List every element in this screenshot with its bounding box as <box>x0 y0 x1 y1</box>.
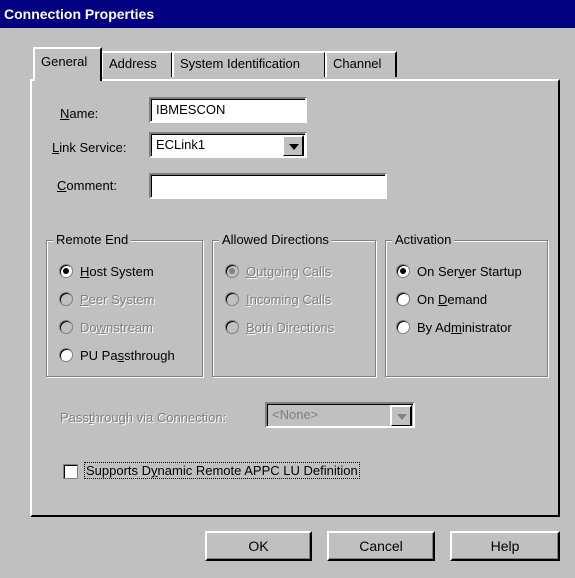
radio-host-system[interactable]: Host System <box>59 264 154 279</box>
link-service-value: ECLink1 <box>156 137 206 152</box>
radio-icon <box>225 264 239 278</box>
link-service-select[interactable]: ECLink1 <box>149 132 307 158</box>
chevron-down-icon[interactable] <box>282 135 304 156</box>
radio-icon <box>59 292 73 306</box>
radio-icon <box>396 292 410 306</box>
radio-on-server-startup[interactable]: On Server Startup <box>396 264 522 279</box>
radio-both-directions[interactable]: Both Directions <box>225 320 334 335</box>
remote-end-title: Remote End <box>53 232 132 247</box>
passthrough-value: <None> <box>272 407 319 422</box>
radio-icon <box>396 320 410 334</box>
radio-icon <box>59 264 73 278</box>
dynamic-lu-label[interactable]: Supports Dynamic Remote APPC LU Definiti… <box>84 462 360 479</box>
passthrough-label: Passthrough via Connection: <box>60 410 227 425</box>
radio-icon <box>225 292 239 306</box>
chevron-down-icon[interactable] <box>390 405 412 426</box>
activation-title: Activation <box>392 232 455 247</box>
tab-general[interactable]: General <box>33 47 102 81</box>
passthrough-select[interactable]: <None> <box>265 402 415 428</box>
radio-pu-passthrough[interactable]: PU Passthrough <box>59 348 175 363</box>
radio-outgoing-calls[interactable]: Outgoing Calls <box>225 264 331 279</box>
remote-end-group: Remote End Host System Peer System Downs… <box>46 232 203 377</box>
radio-downstream[interactable]: Downstream <box>59 320 153 335</box>
radio-incoming-calls[interactable]: Incoming Calls <box>225 292 331 307</box>
connection-properties-dialog: Connection Properties General Address Sy… <box>0 0 575 578</box>
radio-icon <box>225 320 239 334</box>
link-service-label: Link Service: <box>52 140 127 155</box>
comment-field[interactable] <box>149 173 387 199</box>
dynamic-lu-checkbox[interactable] <box>63 464 78 479</box>
allowed-directions-group: Allowed Directions Outgoing Calls Incomi… <box>212 232 376 377</box>
cancel-button[interactable]: Cancel <box>327 531 435 561</box>
radio-on-demand[interactable]: On Demand <box>396 292 487 307</box>
ok-button[interactable]: OK <box>205 531 312 561</box>
radio-by-administrator[interactable]: By Administrator <box>396 320 512 335</box>
help-button[interactable]: Help <box>450 531 560 561</box>
name-field[interactable]: IBMESCON <box>149 97 307 123</box>
general-tab-panel: Name: IBMESCON Link Service: ECLink1 Com… <box>30 79 560 517</box>
tab-address[interactable]: Address <box>101 51 173 77</box>
radio-icon <box>59 348 73 362</box>
activation-group: Activation On Server Startup On Demand B… <box>385 232 548 377</box>
name-label: Name: <box>60 106 99 121</box>
radio-icon <box>396 264 410 278</box>
comment-label: Comment: <box>57 178 117 193</box>
tab-system-identification[interactable]: System Identification <box>172 51 326 77</box>
tab-channel[interactable]: Channel <box>325 51 397 77</box>
dialog-title: Connection Properties <box>0 0 575 28</box>
radio-peer-system[interactable]: Peer System <box>59 292 154 307</box>
radio-icon <box>59 320 73 334</box>
allowed-directions-title: Allowed Directions <box>219 232 332 247</box>
